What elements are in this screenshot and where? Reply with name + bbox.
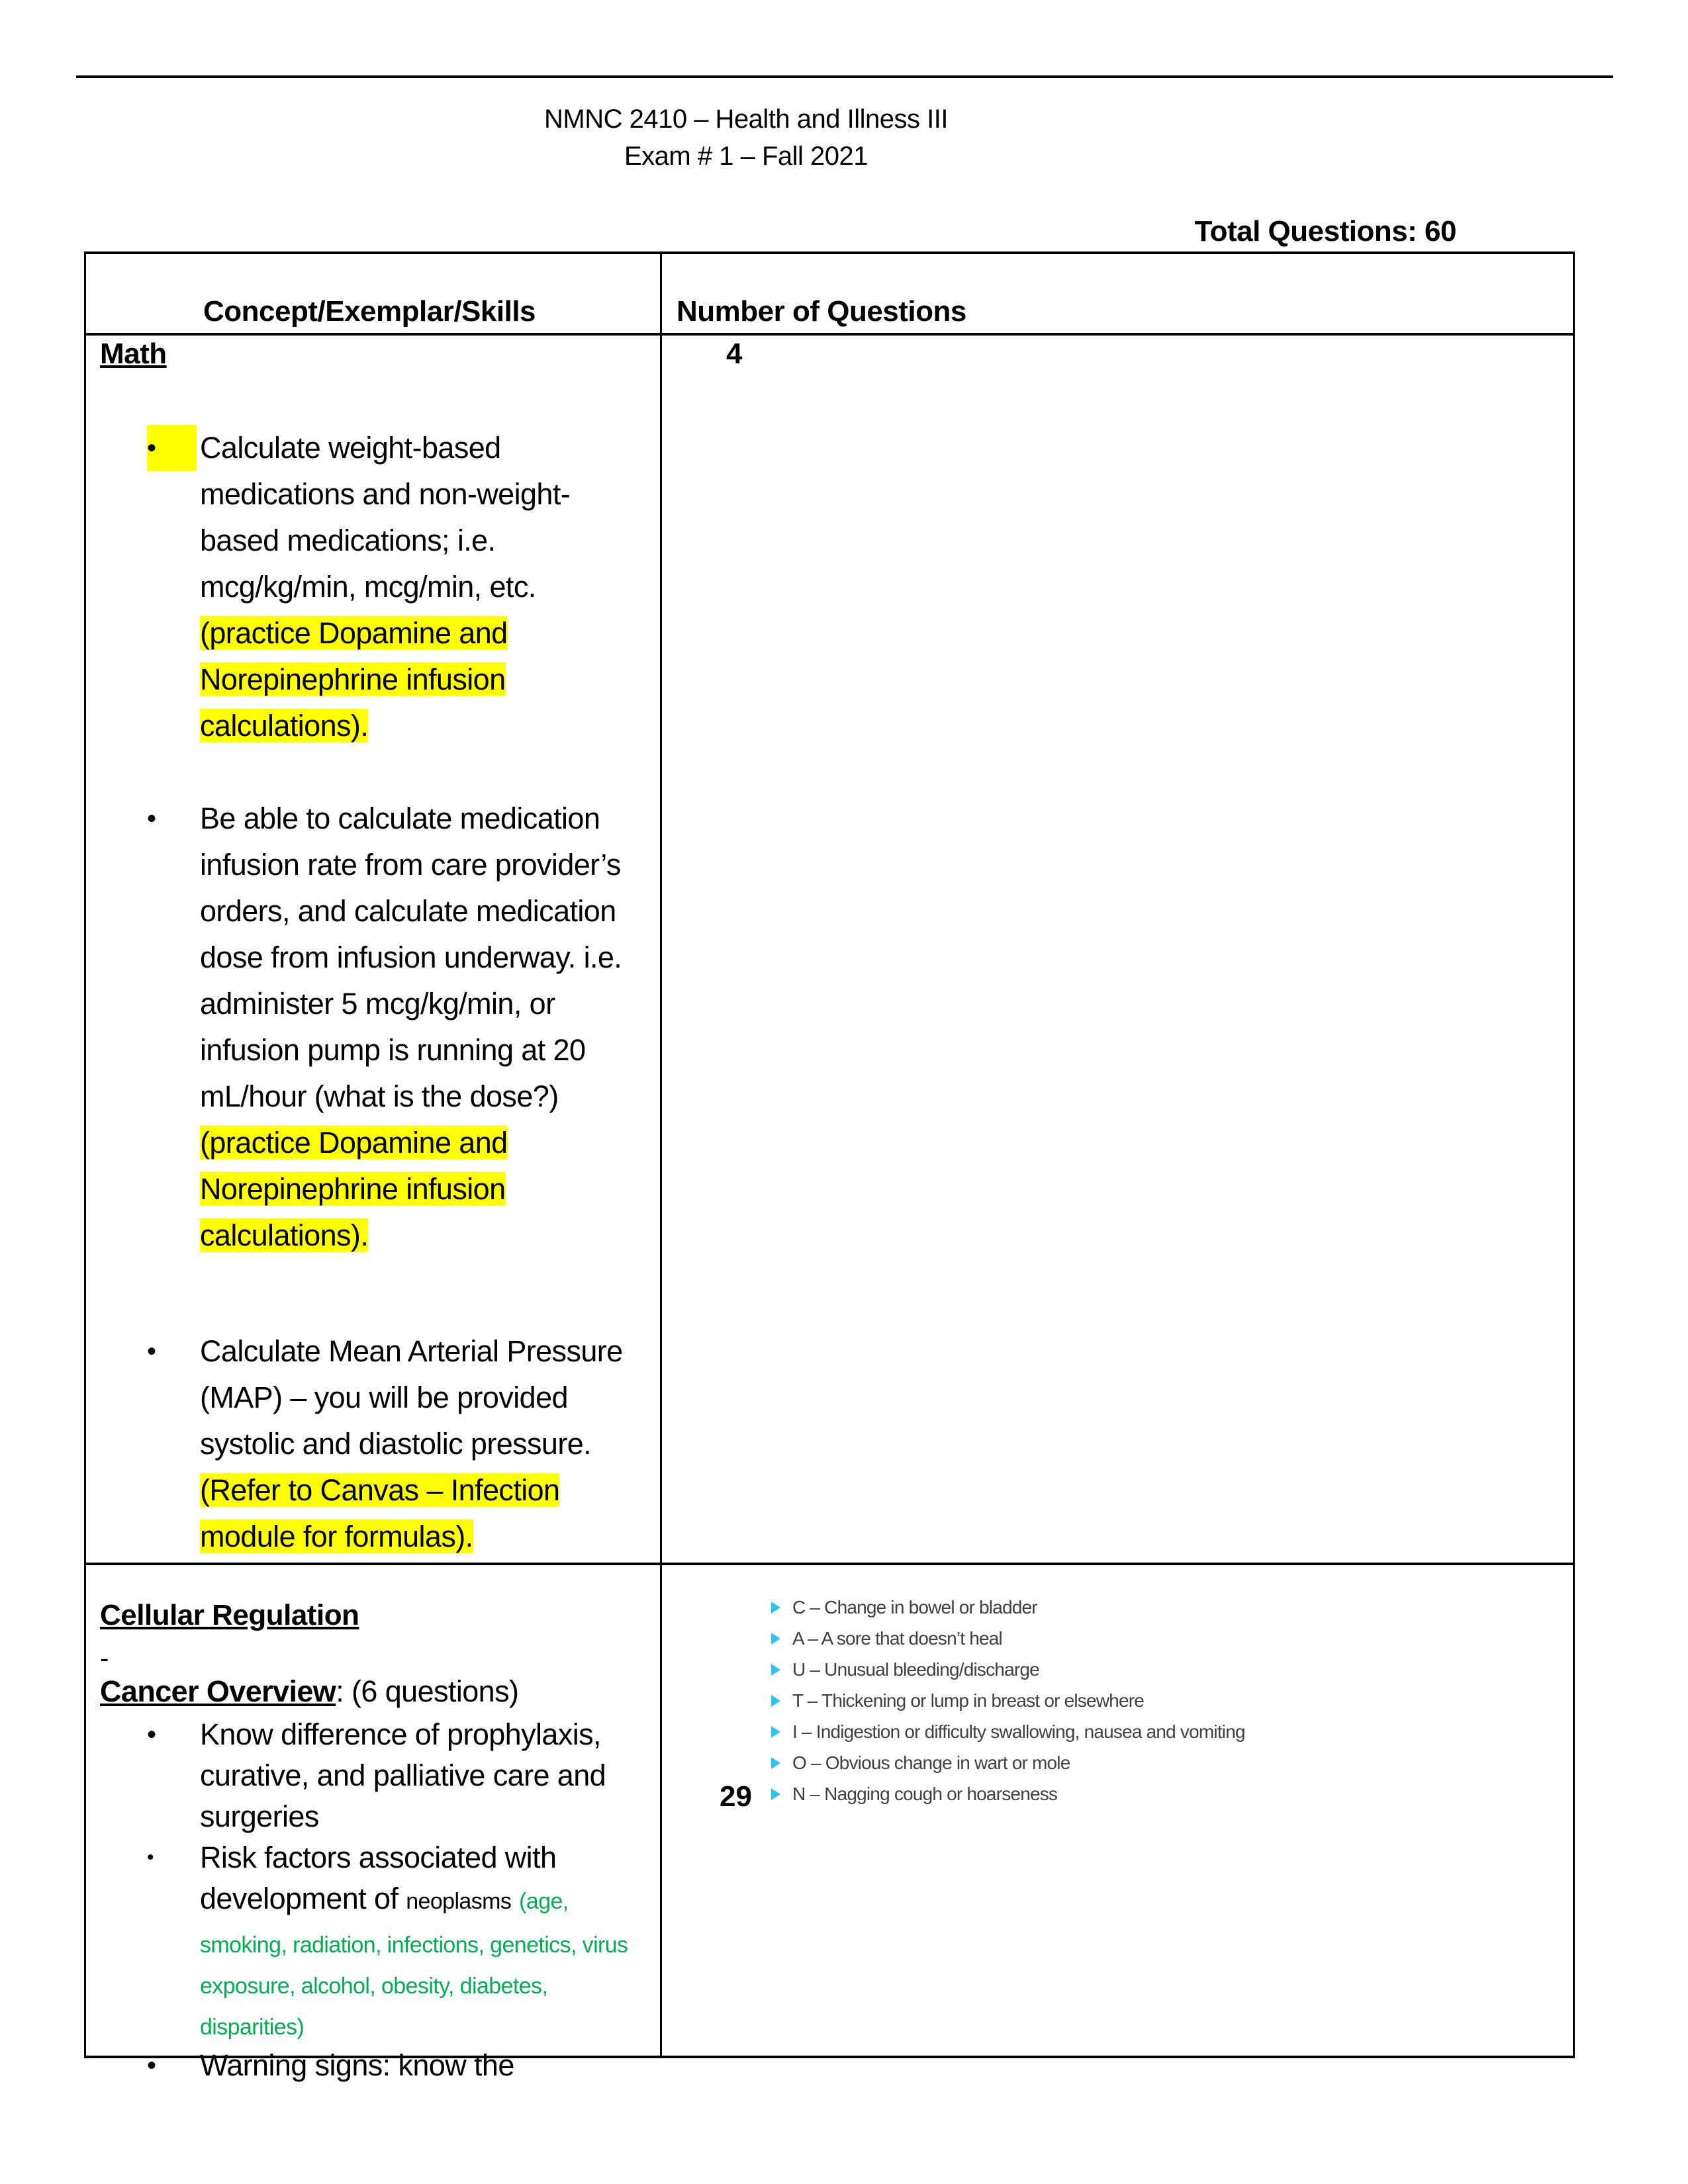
list-item: U – Unusual bleeding/discharge: [771, 1654, 1245, 1685]
caution-item-text: A – A sore that doesn’t heal: [792, 1627, 1003, 1649]
bullet-icon: •: [147, 1846, 154, 1868]
document-title: NMNC 2410 – Health and Illness III: [544, 105, 948, 134]
math-bullet-list: • Calculate weight-based medications and…: [84, 425, 640, 1560]
list-item: O – Obvious change in wart or mole: [771, 1747, 1245, 1778]
triangle-bullet-icon: [771, 1788, 780, 1800]
bullet-text: Be able to calculate medication infusion…: [200, 801, 622, 1113]
list-item: T – Thickening or lump in breast or else…: [771, 1685, 1245, 1716]
list-item: • Know difference of prophylaxis, curati…: [84, 1714, 640, 1837]
highlighted-note: (practice Dopamine and Norepinephrine in…: [200, 616, 508, 743]
list-item: • Risk factors associated with developme…: [84, 1837, 640, 2045]
math-question-count: 4: [726, 338, 743, 370]
triangle-bullet-icon: [771, 1601, 780, 1614]
cellular-regulation-question-count: 29: [720, 1780, 752, 1813]
bullet-icon: •: [147, 1337, 156, 1366]
triangle-bullet-icon: [771, 1756, 780, 1769]
list-item: • Be able to calculate medication infusi…: [84, 796, 640, 1259]
table-border-right: [1573, 251, 1575, 2058]
triangle-bullet-icon: [771, 1694, 780, 1707]
bullet-term: neoplasms: [406, 1889, 512, 1914]
triangle-bullet-icon: [771, 1725, 780, 1738]
bullet-text: Calculate weight-based medications and n…: [200, 431, 571, 604]
bullet-text: Warning signs: know the: [200, 2048, 514, 2082]
subsection-question-count: : (6 questions): [336, 1674, 519, 1708]
header-rule: [76, 75, 1613, 78]
caution-item-text: T – Thickening or lump in breast or else…: [792, 1690, 1145, 1711]
total-questions: Total Questions: 60: [1194, 215, 1456, 248]
row-divider: [84, 1563, 1575, 1565]
highlighted-note: (Refer to Canvas – Infection module for …: [200, 1473, 560, 1553]
section-title-cellular-regulation: Cellular Regulation: [100, 1599, 359, 1631]
cancer-bullet-list: • Know difference of prophylaxis, curati…: [84, 1714, 640, 2086]
list-item: C – Change in bowel or bladder: [771, 1592, 1245, 1623]
column-header-concept: Concept/Exemplar/Skills: [203, 295, 536, 328]
list-item: • Warning signs: know the: [84, 2045, 640, 2086]
bullet-icon: •: [147, 425, 197, 471]
column-header-count: Number of Questions: [677, 295, 966, 328]
list-item: • Calculate Mean Arterial Pressure (MAP)…: [84, 1328, 640, 1560]
section-title-math: Math: [100, 338, 167, 370]
bullet-icon: •: [147, 2051, 156, 2080]
triangle-bullet-icon: [771, 1663, 780, 1676]
subsection-cancer-overview: Cancer Overview: (6 questions): [100, 1674, 519, 1709]
highlighted-note: (practice Dopamine and Norepinephrine in…: [200, 1126, 508, 1252]
list-item: A – A sore that doesn’t heal: [771, 1623, 1245, 1654]
caution-item-text: U – Unusual bleeding/discharge: [792, 1659, 1040, 1680]
list-item: I – Indigestion or difficulty swallowing…: [771, 1716, 1246, 1747]
list-item: • Calculate weight-based medications and…: [84, 425, 640, 749]
caution-item-text: O – Obvious change in wart or mole: [792, 1752, 1070, 1773]
column-divider: [660, 251, 662, 2058]
caution-warning-signs-list: C – Change in bowel or bladder A – A sor…: [771, 1592, 1246, 1809]
bullet-text: Know difference of prophylaxis, curative…: [200, 1717, 606, 1833]
triangle-bullet-icon: [771, 1632, 780, 1645]
list-item: N – Nagging cough or hoarseness: [771, 1778, 1245, 1809]
separator-dash: -: [100, 1644, 109, 1673]
bullet-text: Calculate Mean Arterial Pressure (MAP) –…: [200, 1334, 623, 1461]
document-subtitle: Exam # 1 – Fall 2021: [624, 142, 868, 171]
bullet-icon: •: [147, 1720, 156, 1749]
caution-item-text: C – Change in bowel or bladder: [792, 1596, 1038, 1617]
subsection-title: Cancer Overview: [100, 1674, 336, 1708]
table-border-top: [84, 251, 1575, 254]
caution-item-text: I – Indigestion or difficulty swallowing…: [792, 1721, 1246, 1742]
bullet-icon: •: [147, 804, 156, 833]
caution-item-text: N – Nagging cough or hoarseness: [792, 1783, 1058, 1804]
header-divider: [84, 333, 1575, 336]
